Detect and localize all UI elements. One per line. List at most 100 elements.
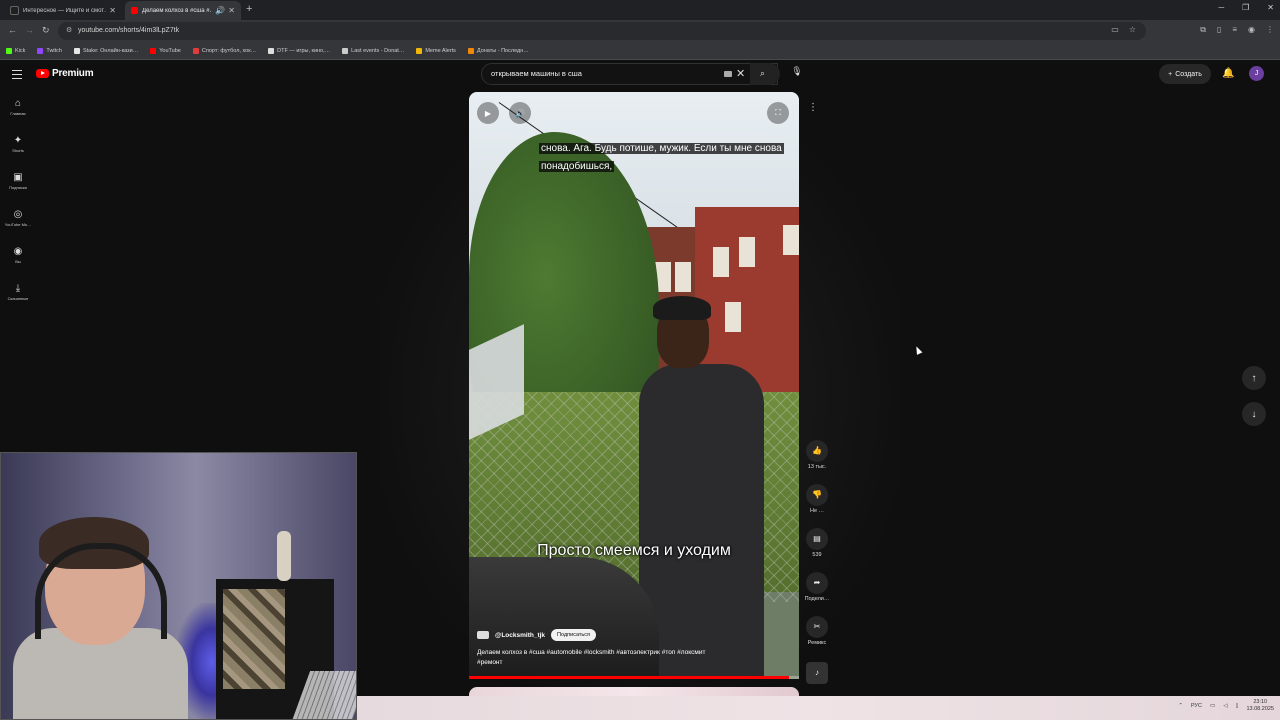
site-info-icon[interactable]: ⚙: [66, 26, 72, 34]
comments-button[interactable]: ▤ 539: [800, 528, 834, 558]
logo-text: Premium: [52, 68, 94, 79]
channel-name[interactable]: @Locksmith_tjk: [495, 632, 545, 639]
bookmark-item[interactable]: Kick: [6, 47, 25, 54]
system-tray: ⌃ РУС ▭ ◁ ▯ 23:10 13.08.2025: [1178, 699, 1274, 713]
minimize-icon[interactable]: ─: [1218, 3, 1224, 12]
close-tab-icon[interactable]: ✕: [228, 6, 235, 15]
volume-icon[interactable]: 🔊: [509, 102, 531, 124]
search-input[interactable]: [489, 68, 713, 79]
arrow-up-icon: ↑: [1251, 372, 1257, 384]
sidebar-icon[interactable]: ▯: [1217, 25, 1221, 35]
channel-row: @Locksmith_tjk Подписаться: [477, 629, 596, 641]
previous-short-button[interactable]: ↑: [1242, 366, 1266, 390]
bookmark-item[interactable]: Last events - Donat…: [342, 47, 404, 54]
bookmark-star-icon[interactable]: ☆: [1129, 25, 1136, 34]
dtf-icon: [268, 47, 275, 54]
more-options-icon[interactable]: ⋮: [808, 102, 818, 113]
youtube-premium-logo[interactable]: Premium: [36, 68, 94, 79]
streamer-webcam: [0, 452, 357, 720]
subscribe-button[interactable]: Подписаться: [551, 629, 596, 641]
audio-playing-icon[interactable]: 🔊: [215, 6, 225, 15]
url-text: youtube.com/shorts/4im3lLpZ7tk: [78, 27, 180, 34]
remix-button[interactable]: ✂ Ремикс: [800, 616, 834, 646]
guide-item-downloads[interactable]: ⤓ Скачанные: [0, 283, 36, 301]
notifications-bell-icon[interactable]: 🔔: [1222, 68, 1234, 79]
create-button[interactable]: + Создать: [1159, 64, 1211, 84]
youtube-favicon-icon: [131, 7, 138, 14]
browser-toolbar: ← → ↻ ⚙ youtube.com/shorts/4im3lLpZ7tk ▭…: [0, 20, 1280, 42]
channel-avatar[interactable]: [477, 631, 489, 639]
window-controls: ─ ❐ ✕: [1218, 3, 1274, 12]
next-short-button[interactable]: ↓: [1242, 402, 1266, 426]
bookmark-item[interactable]: Спорт: футбол, хок…: [192, 47, 256, 54]
search-button[interactable]: ⌕: [750, 63, 780, 85]
guide-item-music[interactable]: ◎ YouTube Mu…: [0, 209, 36, 227]
search-icon: ⌕: [760, 68, 766, 78]
bookmarks-bar: Kick Twitch Stake: Онлайн-кази… YouTube …: [0, 42, 1280, 60]
clear-search-icon[interactable]: ✕: [736, 67, 745, 80]
forward-arrow-icon[interactable]: →: [25, 25, 34, 35]
video-progress-bar[interactable]: [469, 676, 799, 679]
browser-tabstrip: Интересное — Ищите и смот… ✕ Делаем колх…: [0, 0, 1280, 20]
hamburger-menu-icon[interactable]: [12, 70, 22, 80]
plus-icon: +: [1168, 70, 1173, 78]
close-window-icon[interactable]: ✕: [1267, 3, 1274, 12]
youtube-logo-icon: [36, 69, 49, 78]
volume-tray-icon[interactable]: ◁: [1223, 703, 1227, 709]
windows-taskbar: ⌃ РУС ▭ ◁ ▯ 23:10 13.08.2025: [357, 696, 1280, 720]
twitch-icon: [37, 47, 44, 54]
fullscreen-icon[interactable]: ⛶: [767, 102, 789, 124]
bookmark-item[interactable]: DTF — игры, кино,…: [268, 47, 330, 54]
browser-tab-shorts[interactable]: Делаем колхоз в #сша #… 🔊 ✕: [125, 1, 241, 20]
network-icon[interactable]: ▭: [1210, 703, 1215, 709]
close-tab-icon[interactable]: ✕: [109, 6, 116, 15]
address-bar[interactable]: ⚙ youtube.com/shorts/4im3lLpZ7tk ▭ ☆: [58, 22, 1146, 40]
guide-item-subscriptions[interactable]: ▣ Подписки: [0, 172, 36, 190]
new-tab-plus-icon[interactable]: +: [246, 3, 252, 15]
play-pause-icon[interactable]: ▶: [477, 102, 499, 124]
downloads-icon: ⤓: [15, 283, 21, 294]
bookmark-item[interactable]: Meme Alerts: [416, 47, 456, 54]
clock[interactable]: 23:10 13.08.2025: [1246, 699, 1274, 713]
bookmark-item[interactable]: Twitch: [37, 47, 62, 54]
remix-icon: ✂: [806, 616, 828, 638]
subscriptions-icon: ▣: [13, 172, 23, 183]
bookmark-item[interactable]: Stake: Онлайн-кази…: [73, 47, 138, 54]
cast-icon[interactable]: ▭: [1111, 25, 1119, 34]
youtube-header: Premium ✕ ⌕ 🎙 + Создать 🔔 J: [0, 60, 1280, 92]
thumbs-down-icon: 👎: [806, 484, 828, 506]
thumbs-up-icon: 👍: [806, 440, 828, 462]
battery-icon[interactable]: ▯: [1235, 703, 1238, 709]
progress-fill: [469, 676, 790, 679]
audio-track-icon: ♪: [806, 662, 828, 684]
bookmark-item[interactable]: Донаты - Последн…: [467, 47, 529, 54]
like-button[interactable]: 👍 13 тыс.: [800, 440, 834, 470]
tray-chevron-icon[interactable]: ⌃: [1178, 703, 1183, 709]
shorts-icon: ✦: [13, 135, 23, 146]
extensions-icon[interactable]: ⧉: [1200, 25, 1206, 35]
media-controls-icon[interactable]: ≡: [1232, 25, 1237, 35]
profile-icon[interactable]: ◉: [1248, 25, 1255, 35]
language-indicator[interactable]: РУС: [1191, 703, 1202, 709]
bookmark-item[interactable]: YouTube: [150, 47, 181, 54]
donations-icon: [467, 47, 474, 54]
share-button[interactable]: ➦ Подели…: [800, 572, 834, 602]
maximize-icon[interactable]: ❐: [1242, 3, 1249, 12]
back-arrow-icon[interactable]: ←: [8, 25, 17, 35]
share-icon: ➦: [806, 572, 828, 594]
guide-item-shorts[interactable]: ✦ Shorts: [0, 135, 36, 153]
menu-dots-icon[interactable]: ⋮: [1266, 25, 1274, 35]
reload-icon[interactable]: ↻: [42, 25, 50, 36]
account-avatar[interactable]: J: [1249, 66, 1264, 81]
browser-tab-explore[interactable]: Интересное — Ищите и смот… ✕: [4, 1, 122, 20]
sound-thumbnail[interactable]: ♪: [800, 662, 834, 684]
voice-search-mic-icon[interactable]: 🎙: [790, 66, 804, 82]
music-icon: ◎: [13, 209, 23, 220]
keyboard-icon[interactable]: [724, 71, 732, 77]
search-box: ✕: [481, 63, 778, 85]
dislike-button[interactable]: 👎 Не …: [800, 484, 834, 514]
guide-item-home[interactable]: ⌂ Главная: [0, 98, 36, 116]
shorts-video-player[interactable]: ▶ 🔊 ⛶ снова. Ага. Будь потише, мужик. Ес…: [469, 92, 799, 679]
video-description[interactable]: Делаем колхоз в #сша #automobile #locksm…: [477, 648, 717, 667]
guide-item-you[interactable]: ◉ Вы: [0, 246, 36, 264]
